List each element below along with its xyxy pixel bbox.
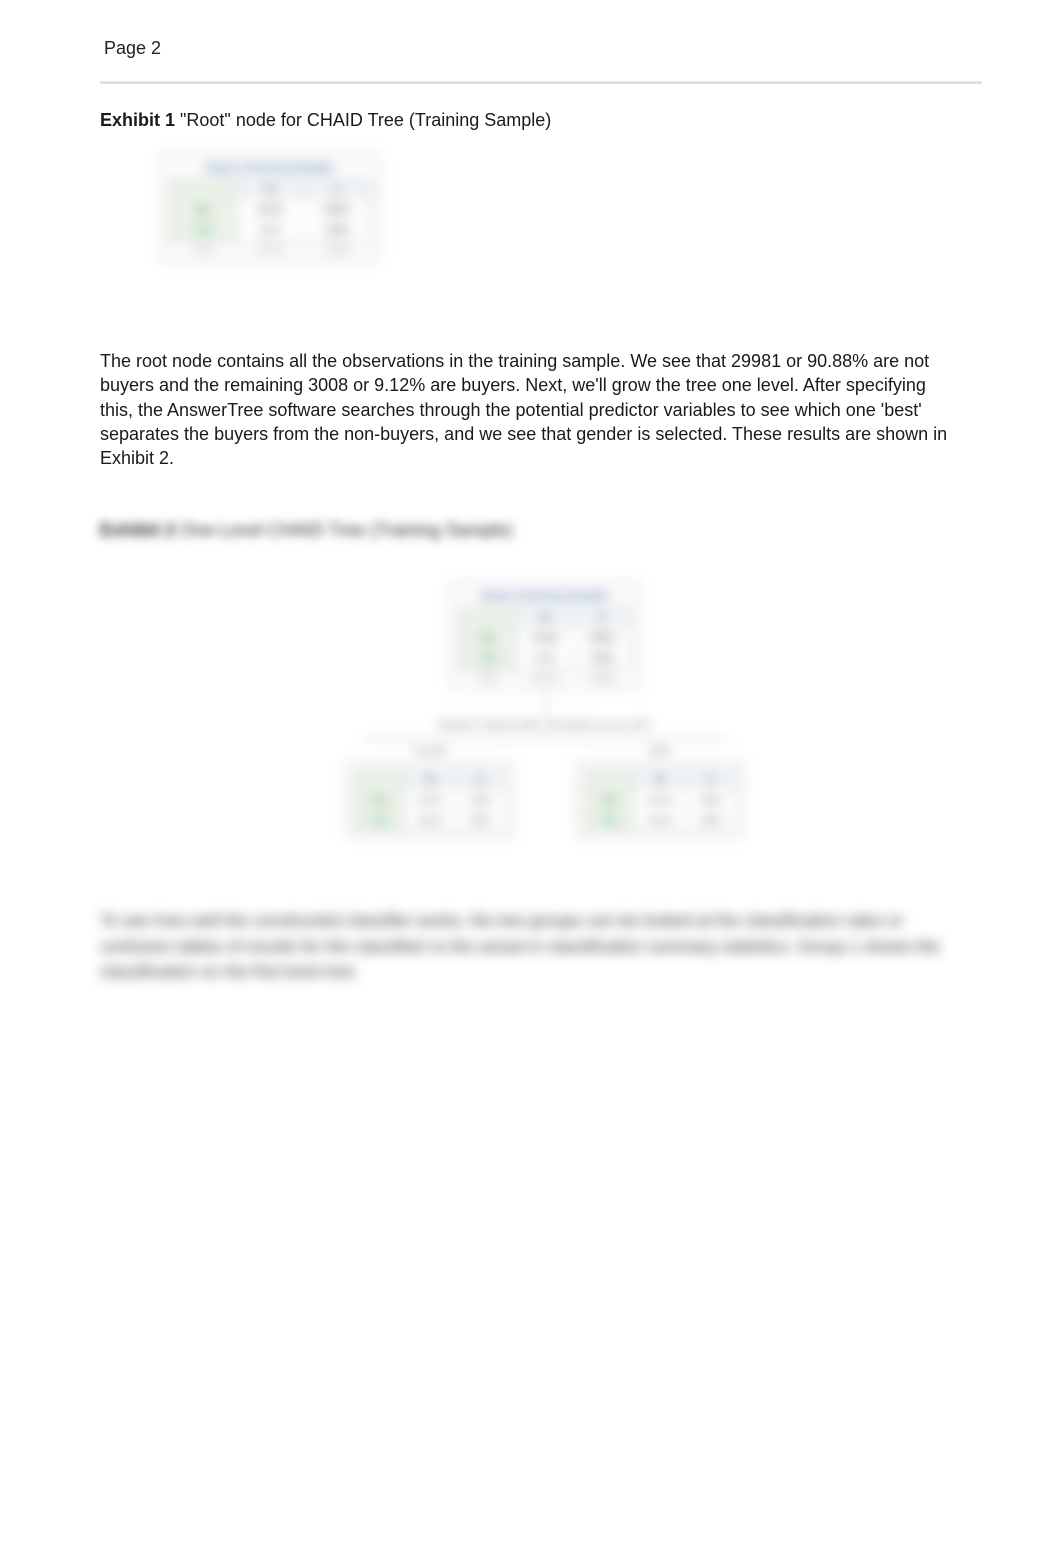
header-n: n bbox=[304, 181, 370, 200]
cell-pct: 90.88 bbox=[237, 201, 304, 220]
exhibit-1-title: Exhibit 1 "Root" node for CHAID Tree (Tr… bbox=[100, 110, 962, 131]
foot-pct: 100.00 bbox=[236, 245, 303, 255]
page-number: Page 2 bbox=[0, 0, 1062, 67]
table-row: No 90.88 29981 bbox=[170, 200, 370, 220]
root-node-title: Buyer (Training Sample) bbox=[169, 162, 371, 174]
exhibit-1-label: Exhibit 1 bbox=[100, 110, 175, 130]
foot-n: 32989 bbox=[304, 245, 371, 255]
root-node-box-2: Buyer (Training Sample) %n No90.8829981 … bbox=[450, 581, 640, 690]
split-variable-label: Gender P-value=0.000, Chi-square=xx.xxx,… bbox=[330, 720, 760, 731]
header-cat bbox=[170, 181, 237, 200]
root-node-table-2: %n No90.8829981 Yes9.123008 bbox=[459, 608, 631, 669]
child-right-label: Male bbox=[575, 746, 745, 757]
foot-total: Total bbox=[169, 245, 236, 255]
exhibit-1-figure: Buyer (Training Sample) % n No 90.88 299… bbox=[160, 153, 380, 323]
child-node-right: Male %n Noxx.xxxxxx Yesxx.xxxxxx bbox=[575, 746, 745, 838]
table-header: % n bbox=[170, 181, 370, 200]
exhibit-2-caption: One-Level CHAID Tree (Training Sample) bbox=[175, 520, 512, 540]
cell-cat: No bbox=[170, 201, 237, 220]
exhibit-2-title: Exhibit 2 One-Level CHAID Tree (Training… bbox=[100, 520, 962, 541]
root-node-box: Buyer (Training Sample) % n No 90.88 299… bbox=[160, 153, 380, 262]
child-nodes: Female %n Noxx.xxxxxx Yesxx.xxxxxx Male … bbox=[330, 746, 760, 838]
header-divider bbox=[100, 81, 982, 84]
header-pct: % bbox=[237, 181, 304, 200]
cell-n: 29981 bbox=[304, 201, 370, 220]
cell-cat: Yes bbox=[170, 221, 237, 240]
body-paragraph-1: The root node contains all the observati… bbox=[100, 349, 962, 470]
blurred-paragraph: To see how well the constructed classifi… bbox=[100, 908, 962, 985]
cell-n: 3008 bbox=[304, 221, 370, 240]
tree-connector bbox=[545, 690, 546, 716]
child-node-left: Female %n Noxx.xxxxxx Yesxx.xxxxxx bbox=[345, 746, 515, 838]
tree-hbar bbox=[360, 739, 730, 740]
exhibit-2-label: Exhibit 2 bbox=[100, 520, 175, 540]
root-node-title-2: Buyer (Training Sample) bbox=[459, 590, 631, 602]
root-node-footer: Total 100.00 32989 bbox=[169, 245, 371, 255]
root-node-table: % n No 90.88 29981 Yes 9.12 3008 bbox=[169, 180, 371, 241]
cell-pct: 9.12 bbox=[237, 221, 304, 240]
exhibit-2-figure: Buyer (Training Sample) %n No90.8829981 … bbox=[330, 581, 760, 838]
document-content: Exhibit 1 "Root" node for CHAID Tree (Tr… bbox=[0, 110, 1062, 985]
exhibit-1-caption: "Root" node for CHAID Tree (Training Sam… bbox=[175, 110, 551, 130]
child-left-label: Female bbox=[345, 746, 515, 757]
table-row: Yes 9.12 3008 bbox=[170, 220, 370, 240]
